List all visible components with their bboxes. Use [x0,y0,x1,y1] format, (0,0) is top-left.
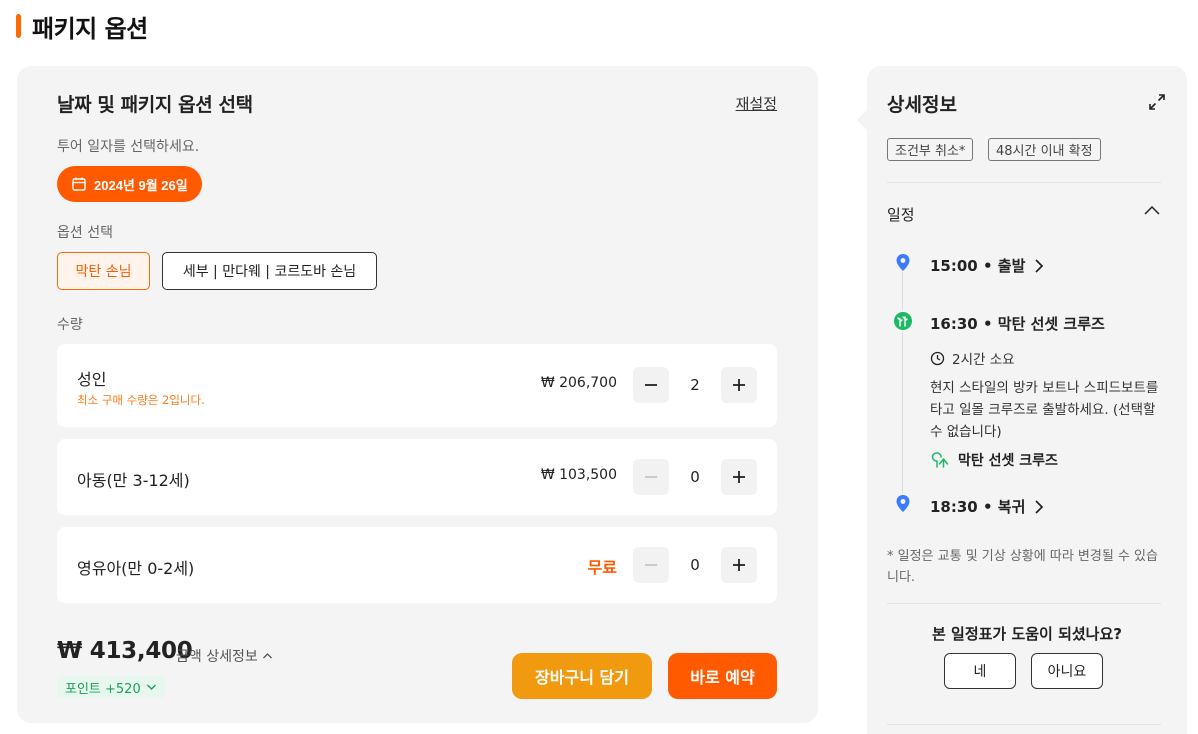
calendar-icon [72,177,86,191]
section-title: 패키지 옵션 [32,14,148,43]
chevron-down-icon [146,684,156,690]
divider [887,182,1161,183]
chevron-right-icon [1035,499,1044,514]
row-price: ₩ 103,500 [540,467,617,483]
price-detail-toggle[interactable]: 금액 상세정보 [176,646,273,666]
quantity-label: 수량 [57,317,83,333]
timeline-item-departure[interactable]: 15:00 • 출발 [930,255,1046,276]
price-detail-label: 금액 상세정보 [176,649,258,665]
plus-button[interactable] [721,459,757,495]
minus-button[interactable] [633,547,669,583]
place-link[interactable]: 막탄 선셋 크루즈 [930,450,1058,470]
date-button[interactable]: 2024년 9월 26일 [57,166,202,202]
row-price: ₩ 206,700 [540,375,617,391]
timeline-item-return[interactable]: 18:30 • 복귀 [930,496,1046,517]
package-option-panel: 날짜 및 패키지 옵션 선택 재설정 투어 일자를 선택하세요. 2024년 9… [17,66,818,723]
section-accent-bar [16,14,21,38]
chevron-right-icon [1035,258,1044,273]
timeline-description: 현지 스타일의 방카 보트나 스피드보트를 타고 일몰 크루즈로 출발하세요. … [930,380,1159,440]
date-value: 2024년 9월 26일 [94,177,188,193]
itinerary-note: * 일정은 교통 및 기상 상황에 따라 변경될 수 있습니다. [887,549,1158,585]
minus-icon [645,564,657,566]
qty-row-adult: 성인 최소 구매 수량은 2입니다. ₩ 206,700 2 [57,344,777,427]
detail-side-panel: 상세정보 조건부 취소* 48시간 이내 확정 일정 15:00 • 출발 16… [857,66,1187,734]
row-name: 영유아(만 0-2세) [77,559,195,578]
chevron-up-icon[interactable] [1143,204,1161,218]
reset-link[interactable]: 재설정 [736,93,777,114]
plus-button[interactable] [721,547,757,583]
feedback-yes-button[interactable]: 네 [944,653,1016,689]
row-name: 아동(만 3-12세) [77,471,190,490]
option-chip-cebu[interactable]: 세부 | 만다웨 | 코르도바 손님 [162,252,377,290]
plus-icon [733,559,745,571]
qty-row-child: 아동(만 3-12세) ₩ 103,500 0 [57,439,777,515]
qty-value: 0 [690,468,700,486]
qty-value: 2 [690,376,700,394]
tree-icon [931,452,949,468]
itinerary-section-title: 일정 [887,206,915,224]
plus-icon [733,471,745,483]
option-label: 옵션 선택 [57,225,113,241]
minus-icon [645,384,657,386]
timeline-item-cruise: 16:30 • 막탄 선셋 크루즈 [930,315,1105,333]
panel-heading: 날짜 및 패키지 옵션 선택 [57,94,253,116]
points-badge[interactable]: 포인트 +520 [57,676,165,698]
qty-value: 0 [690,556,700,574]
add-to-cart-button[interactable]: 장바구니 담기 [512,653,652,699]
points-label: 포인트 +520 [65,681,141,697]
row-name: 성인 [77,370,107,389]
feedback-no-button[interactable]: 아니요 [1031,653,1103,689]
chevron-up-icon [262,653,272,659]
location-pin-icon [893,493,913,513]
minus-icon [645,476,657,478]
row-price-free: 무료 [587,558,617,577]
duration: 2시간 소요 [930,348,1015,368]
date-prompt: 투어 일자를 선택하세요. [57,139,200,155]
plus-button[interactable] [721,367,757,403]
timeline-line [902,272,903,507]
clock-icon [930,351,945,365]
total-price: ₩ 413,400 [57,638,193,664]
cancel-policy-tag: 조건부 취소* [887,138,974,161]
min-qty-hint: 최소 구매 수량은 2입니다. [77,393,205,407]
expand-icon[interactable] [1147,92,1167,112]
plus-icon [733,379,745,391]
feedback-question: 본 일정표가 도움이 되셨나요? [932,625,1122,643]
qty-row-infant: 영유아(만 0-2세) 무료 0 [57,527,777,603]
timeline-title: 15:00 • 출발 [930,257,1026,275]
side-title: 상세정보 [887,94,957,116]
location-pin-icon [893,252,913,272]
minus-button[interactable] [633,367,669,403]
section-header: 패키지 옵션 [16,10,148,43]
book-now-button[interactable]: 바로 예약 [668,653,777,699]
divider [887,603,1161,604]
timeline-title: 18:30 • 복귀 [930,498,1026,516]
confirm-time-tag: 48시간 이내 확정 [988,138,1101,161]
minus-button[interactable] [633,459,669,495]
tree-icon [892,310,914,332]
option-chip-mactan[interactable]: 막탄 손님 [57,252,150,290]
panel-notch [857,110,867,130]
place-name: 막탄 선셋 크루즈 [958,453,1058,469]
divider [887,724,1161,725]
duration-text: 2시간 소요 [952,352,1015,368]
